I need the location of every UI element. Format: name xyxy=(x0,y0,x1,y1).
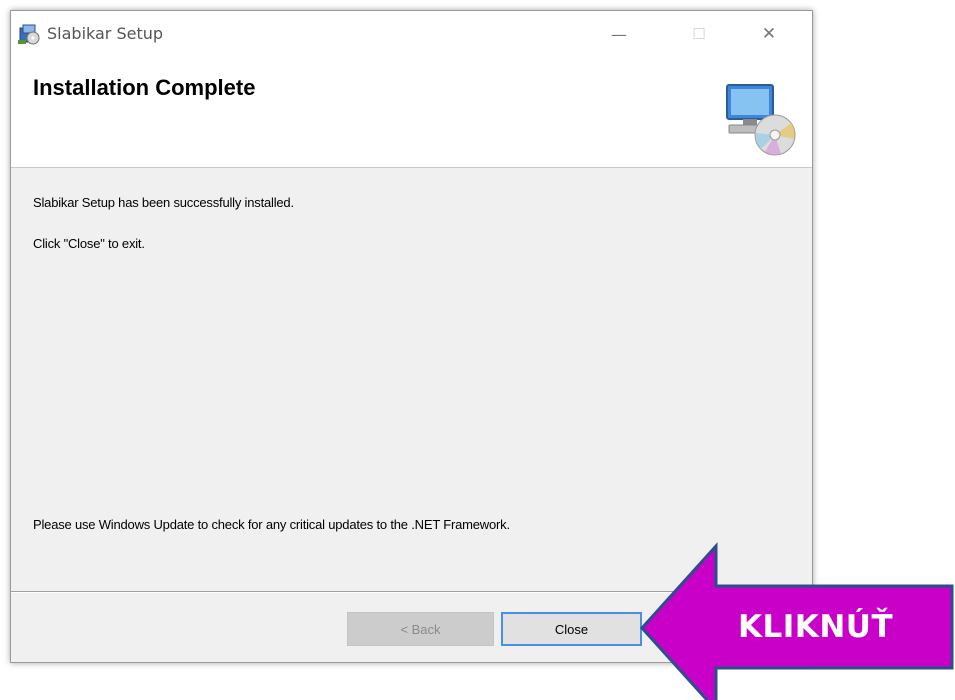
close-button[interactable]: Close xyxy=(501,612,642,646)
dialog-header: Installation Complete xyxy=(11,57,812,168)
maximize-icon: ☐ xyxy=(692,25,706,43)
maximize-button[interactable]: ☐ xyxy=(669,11,729,57)
close-icon: ✕ xyxy=(761,24,777,44)
setup-package-icon xyxy=(17,22,41,46)
minimize-button[interactable]: — xyxy=(589,11,649,57)
framework-update-notice: Please use Windows Update to check for a… xyxy=(33,517,510,532)
page-title: Installation Complete xyxy=(33,75,256,100)
click-annotation-label: KLIKNÚŤ xyxy=(738,609,894,645)
success-message: Slabikar Setup has been successfully ins… xyxy=(33,195,294,210)
computer-cd-icon xyxy=(721,79,801,159)
window-title: Slabikar Setup xyxy=(47,24,164,43)
minimize-icon: — xyxy=(611,24,627,44)
back-button[interactable]: < Back xyxy=(347,612,494,646)
exit-instruction: Click "Close" to exit. xyxy=(33,236,145,251)
close-window-button[interactable]: ✕ xyxy=(739,11,799,57)
title-bar[interactable]: Slabikar Setup — ☐ ✕ xyxy=(11,11,812,57)
